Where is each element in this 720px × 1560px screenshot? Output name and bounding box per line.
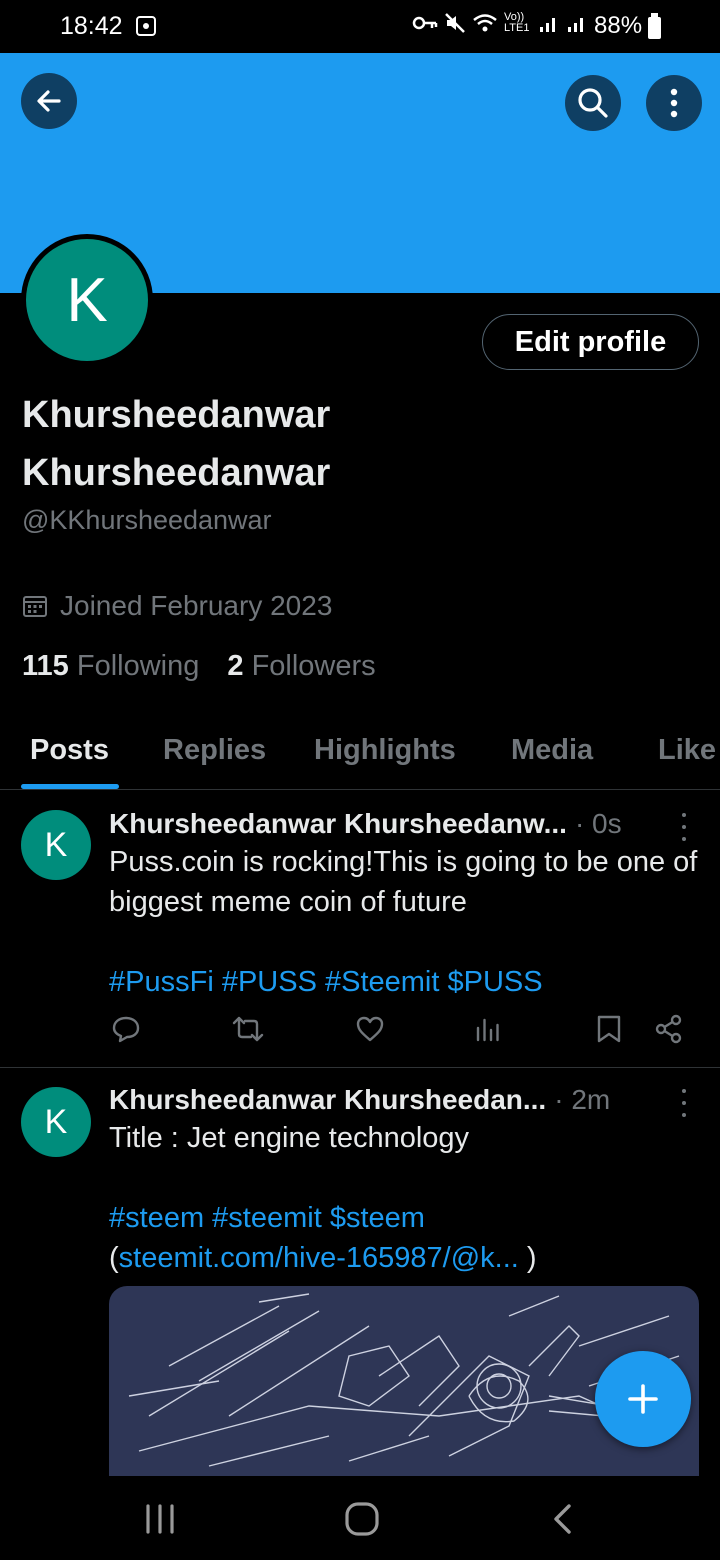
profile-display-name: Khursheedanwar Khursheedanwar	[22, 394, 331, 494]
status-bar: 18:42 Vo)) LTE1 88%	[0, 0, 720, 53]
compose-post-button[interactable]	[595, 1351, 691, 1447]
views-icon[interactable]	[474, 1014, 502, 1044]
system-navigation-bar	[0, 1476, 720, 1560]
following-count: 115	[22, 650, 69, 682]
back-button[interactable]	[21, 73, 77, 129]
joined-text: Joined February 2023	[60, 590, 333, 621]
network-type-label: Vo)) LTE1	[504, 11, 530, 34]
bookmark-icon[interactable]	[596, 1014, 622, 1044]
post-timestamp: · 0s	[574, 808, 622, 839]
profile-avatar[interactable]: K	[21, 234, 153, 366]
arrow-left-icon	[37, 90, 61, 112]
post-text: Title : Jet engine technology	[109, 1122, 470, 1154]
followers-link[interactable]: 2 Followers	[227, 650, 375, 683]
post-hashtags[interactable]: #steem #steemit $steem	[109, 1198, 709, 1238]
tab-replies[interactable]: Replies	[163, 734, 266, 767]
post-avatar[interactable]: K	[21, 1087, 91, 1157]
post-author-name[interactable]: Khursheedanwar Khursheedan...	[109, 1084, 546, 1116]
like-icon[interactable]	[355, 1014, 385, 1044]
following-label: Following	[76, 650, 200, 682]
tab-posts[interactable]: Posts	[30, 734, 109, 767]
status-time: 18:42	[60, 12, 123, 40]
more-vertical-icon	[670, 88, 678, 118]
profile-handle: @KKhursheedanwar	[22, 505, 272, 535]
followers-label: Followers	[251, 650, 376, 682]
calendar-icon	[23, 596, 47, 617]
share-icon[interactable]	[654, 1014, 684, 1044]
plus-icon	[628, 1384, 658, 1414]
active-tab-indicator	[21, 784, 119, 789]
post-avatar[interactable]: K	[21, 810, 91, 880]
repost-icon[interactable]	[231, 1014, 265, 1044]
key-icon	[412, 16, 438, 30]
home-icon[interactable]	[343, 1500, 381, 1538]
mute-icon	[445, 13, 465, 33]
post-link-line: (steemit.com/hive-165987/@k... )	[109, 1242, 537, 1274]
post-item[interactable]: K Khursheedanwar Khursheedanw... · 0s Pu…	[0, 792, 720, 1068]
post-hashtags[interactable]: #PussFi #PUSS #Steemit $PUSS	[109, 962, 709, 1002]
profile-tabs: Posts Replies Highlights Media Like	[0, 722, 720, 790]
post-timestamp: · 2m	[554, 1084, 611, 1115]
post-link[interactable]: steemit.com/hive-165987/@k...	[119, 1242, 519, 1274]
tab-media[interactable]: Media	[511, 734, 593, 767]
post-more-button[interactable]	[672, 813, 696, 841]
signal-icon-2	[568, 18, 583, 32]
more-options-button[interactable]	[646, 75, 702, 131]
battery-icon	[648, 13, 661, 39]
wifi-icon	[473, 14, 497, 32]
signal-icon	[540, 18, 555, 32]
following-link[interactable]: 115 Following	[22, 650, 199, 683]
post-more-button[interactable]	[672, 1089, 696, 1117]
search-icon	[578, 88, 608, 118]
joined-date: Joined February 2023	[22, 590, 332, 622]
media-notification-icon	[136, 16, 156, 36]
tab-likes[interactable]: Like	[658, 734, 716, 767]
reply-icon[interactable]	[111, 1014, 141, 1044]
system-back-icon[interactable]	[549, 1502, 577, 1536]
battery-percent: 88%	[594, 12, 643, 39]
tab-highlights[interactable]: Highlights	[314, 734, 456, 767]
avatar-letter: K	[26, 239, 148, 361]
post-actions	[0, 1014, 720, 1054]
edit-profile-button[interactable]: Edit profile	[482, 314, 699, 370]
search-button[interactable]	[565, 75, 621, 131]
recent-apps-icon[interactable]	[142, 1502, 178, 1536]
post-text: Puss.coin is rocking!This is going to be…	[109, 846, 698, 918]
followers-count: 2	[227, 650, 244, 682]
post-author-name[interactable]: Khursheedanwar Khursheedanw...	[109, 808, 567, 840]
